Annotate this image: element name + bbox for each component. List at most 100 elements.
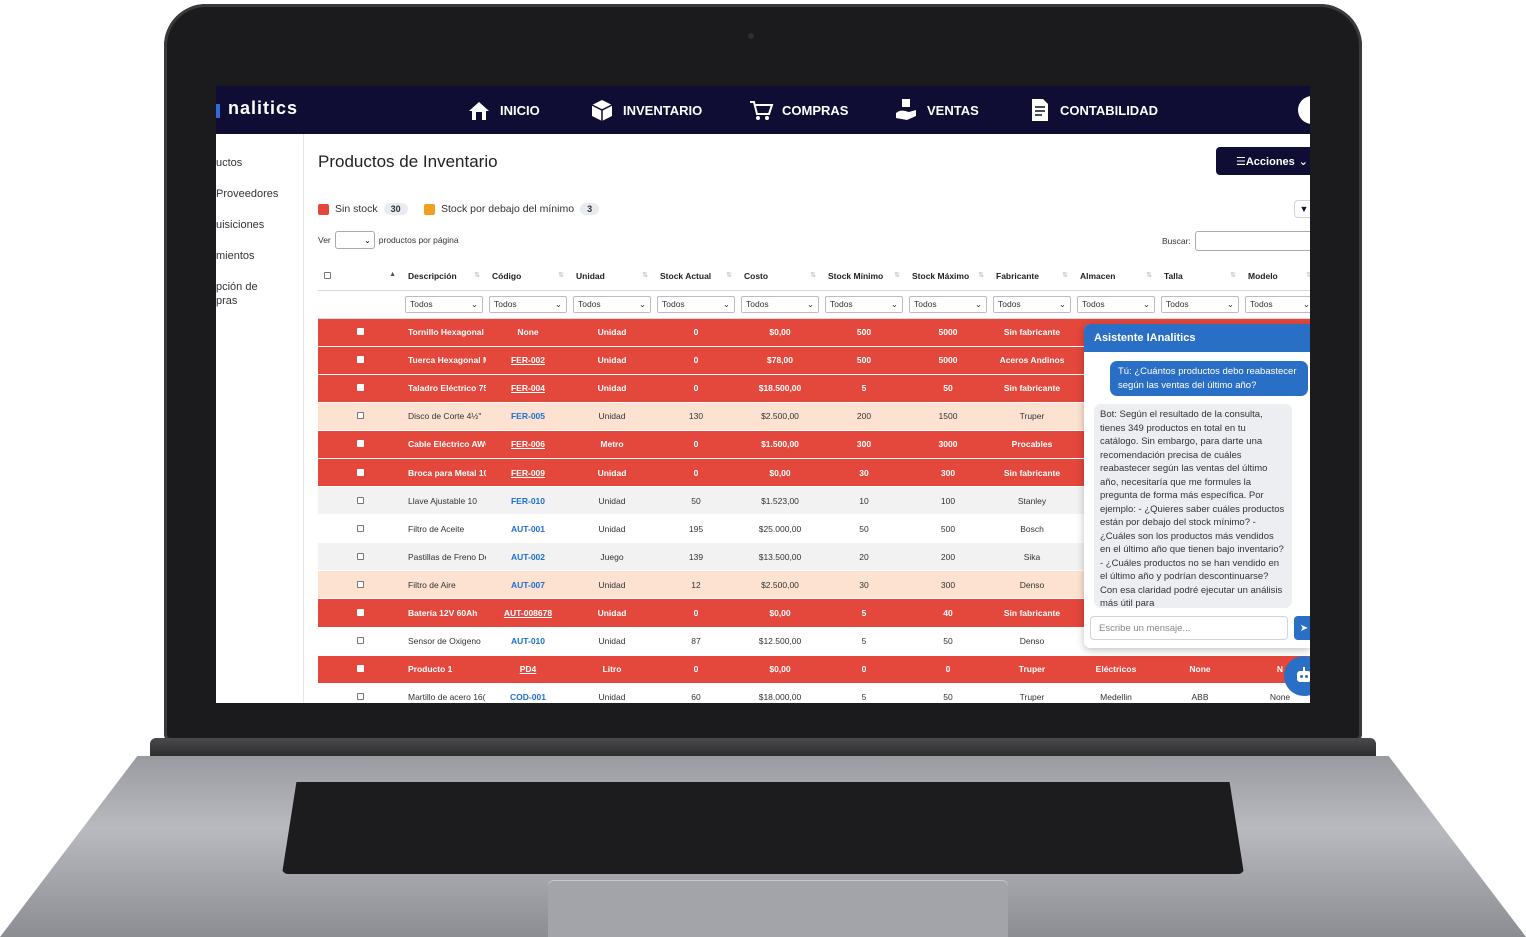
row-checkbox[interactable] xyxy=(356,524,364,532)
row-checkbox[interactable] xyxy=(356,496,364,504)
row-select-cell xyxy=(318,430,402,459)
chat-message-input[interactable]: Escribe un mensaje... xyxy=(1090,616,1288,640)
sidebar-item-recepcion-line1[interactable]: pción de xyxy=(216,280,258,294)
table-cell: 500 xyxy=(822,346,906,375)
table-cell: FER-002 xyxy=(486,346,570,375)
sidebar-item-proveedores[interactable]: Proveedores xyxy=(216,187,278,201)
row-checkbox[interactable] xyxy=(356,328,364,336)
table-row[interactable]: Martillo de acero 16(COD-001 Unidad 60 $18.… xyxy=(318,683,1310,703)
row-checkbox[interactable] xyxy=(356,608,364,616)
sidebar-item-movimientos[interactable]: mientos xyxy=(216,249,255,263)
filter-value: Todos xyxy=(998,299,1021,309)
column-filter-select[interactable]: Todos ⌄ xyxy=(993,295,1071,313)
product-code-link[interactable]: FER-005 xyxy=(511,411,545,421)
column-header[interactable]: Descripción ⇅ xyxy=(402,262,486,291)
row-checkbox[interactable] xyxy=(356,440,364,448)
row-checkbox[interactable] xyxy=(356,356,364,364)
page-length-select[interactable]: ⌄ xyxy=(334,231,375,249)
column-header[interactable]: Unidad ⇅ xyxy=(570,262,654,291)
row-checkbox[interactable] xyxy=(356,693,364,701)
filter-icon[interactable]: ▼ xyxy=(1294,200,1310,218)
chevron-down-icon: ⌄ xyxy=(722,298,730,309)
product-code-link[interactable]: PD4 xyxy=(520,664,537,674)
table-cell: Producto 1 xyxy=(402,655,486,684)
column-filter-select[interactable]: Todos ⌄ xyxy=(825,295,903,313)
sidebar-item-adquisiciones[interactable]: uisiciones xyxy=(216,218,264,232)
nav-inicio[interactable]: INICIO xyxy=(466,96,540,124)
row-select-cell xyxy=(318,514,402,544)
filter-value: Todos xyxy=(1082,299,1105,309)
sidebar-item-productos[interactable]: uctos xyxy=(216,156,242,170)
filter-value: Todos xyxy=(1166,299,1189,309)
select-all-checkbox[interactable] xyxy=(324,271,331,279)
filter-cell-empty xyxy=(318,290,402,319)
column-filter-select[interactable]: Todos ⌄ xyxy=(1161,295,1239,313)
row-checkbox[interactable] xyxy=(356,637,364,645)
product-code-link[interactable]: AUT-008678 xyxy=(504,608,552,618)
column-header[interactable]: Modelo ⇅ xyxy=(1242,262,1310,291)
legend-count-badge: 3 xyxy=(580,203,600,215)
search-input[interactable] xyxy=(1194,231,1310,251)
row-select-cell xyxy=(318,627,402,656)
column-header[interactable]: Stock Máximo ⇅ xyxy=(906,262,990,291)
nav-compras[interactable]: COMPRAS xyxy=(748,96,848,124)
column-filter-cell: Todos ⌄ xyxy=(570,290,654,319)
table-cell: Sensor de Oxigeno xyxy=(402,627,486,656)
row-checkbox[interactable] xyxy=(356,665,364,673)
product-code-link[interactable]: COD-001 xyxy=(510,692,546,702)
column-filter-select[interactable]: Todos ⌄ xyxy=(657,295,735,313)
product-code-link[interactable]: FER-009 xyxy=(511,468,545,478)
nav-inventario[interactable]: INVENTARIO xyxy=(589,96,702,124)
nav-contabilidad[interactable]: CONTABILIDAD xyxy=(1026,96,1158,124)
sidebar-item-recepcion-line2[interactable]: pras xyxy=(216,294,237,308)
table-cell: 195 xyxy=(654,514,738,544)
table-cell: Unidad xyxy=(570,318,654,347)
product-code-link[interactable]: AUT-001 xyxy=(511,524,545,534)
row-checkbox[interactable] xyxy=(356,468,364,476)
column-header[interactable]: Costo ⇅ xyxy=(738,262,822,291)
column-header[interactable]: Talla ⇅ xyxy=(1158,262,1242,291)
column-header[interactable]: Código ⇅ xyxy=(486,262,570,291)
column-filter-select[interactable]: Todos ⌄ xyxy=(573,295,651,313)
select-all-header[interactable]: ▲ xyxy=(318,262,402,291)
product-code-link[interactable]: AUT-007 xyxy=(511,580,545,590)
row-select-cell xyxy=(318,458,402,488)
column-header[interactable]: Almacen ⇅ xyxy=(1074,262,1158,291)
product-code-link[interactable]: FER-002 xyxy=(511,355,545,365)
avatar[interactable] xyxy=(1298,96,1310,124)
sort-icon: ⇅ xyxy=(894,272,900,279)
row-checkbox[interactable] xyxy=(356,552,364,560)
table-cell: 0 xyxy=(906,655,990,684)
nav-label: COMPRAS xyxy=(782,102,849,118)
product-code-link[interactable]: FER-006 xyxy=(511,439,545,449)
table-cell: 0 xyxy=(654,346,738,375)
product-code-link[interactable]: FER-010 xyxy=(511,496,545,506)
column-header[interactable]: Fabricante ⇅ xyxy=(990,262,1074,291)
send-icon[interactable]: ➤ xyxy=(1294,616,1310,640)
column-filter-select[interactable]: Todos ⌄ xyxy=(1077,295,1155,313)
table-cell: Litro xyxy=(570,655,654,684)
column-filter-cell: Todos ⌄ xyxy=(906,290,990,319)
table-cell: 0 xyxy=(654,458,738,488)
table-row[interactable]: Producto 1 PD4 Litro 0 $0,00 0 0 Truper Eléctric… xyxy=(318,655,1310,684)
product-code-link[interactable]: FER-004 xyxy=(511,383,545,393)
table-cell: FER-010 xyxy=(486,486,570,516)
product-code-link[interactable]: AUT-002 xyxy=(511,552,545,562)
product-code-link[interactable]: AUT-010 xyxy=(511,636,545,646)
column-filter-select[interactable]: Todos ⌄ xyxy=(405,295,483,313)
row-checkbox[interactable] xyxy=(356,580,364,588)
column-filter-select[interactable]: Todos ⌄ xyxy=(741,295,819,313)
column-filter-select[interactable]: Todos ⌄ xyxy=(909,295,987,313)
actions-button[interactable]: ☰Acciones ⌄ xyxy=(1216,147,1310,175)
column-filter-select[interactable]: Todos ⌄ xyxy=(489,295,567,313)
column-header[interactable]: Stock Actual ⇅ xyxy=(654,262,738,291)
chat-panel: Asistente IAnalitics Tú: ¿Cuántos produc… xyxy=(1084,324,1310,648)
row-checkbox[interactable] xyxy=(356,384,364,392)
chevron-down-icon: ⌄ xyxy=(1058,298,1066,309)
row-checkbox[interactable] xyxy=(356,412,364,420)
column-header[interactable]: Stock Mínimo ⇅ xyxy=(822,262,906,291)
table-cell: Medellin xyxy=(1074,683,1158,703)
filter-value: Todos xyxy=(830,299,853,309)
column-filter-select[interactable]: Todos ⌄ xyxy=(1245,295,1310,313)
nav-ventas[interactable]: VENTAS xyxy=(893,96,979,124)
